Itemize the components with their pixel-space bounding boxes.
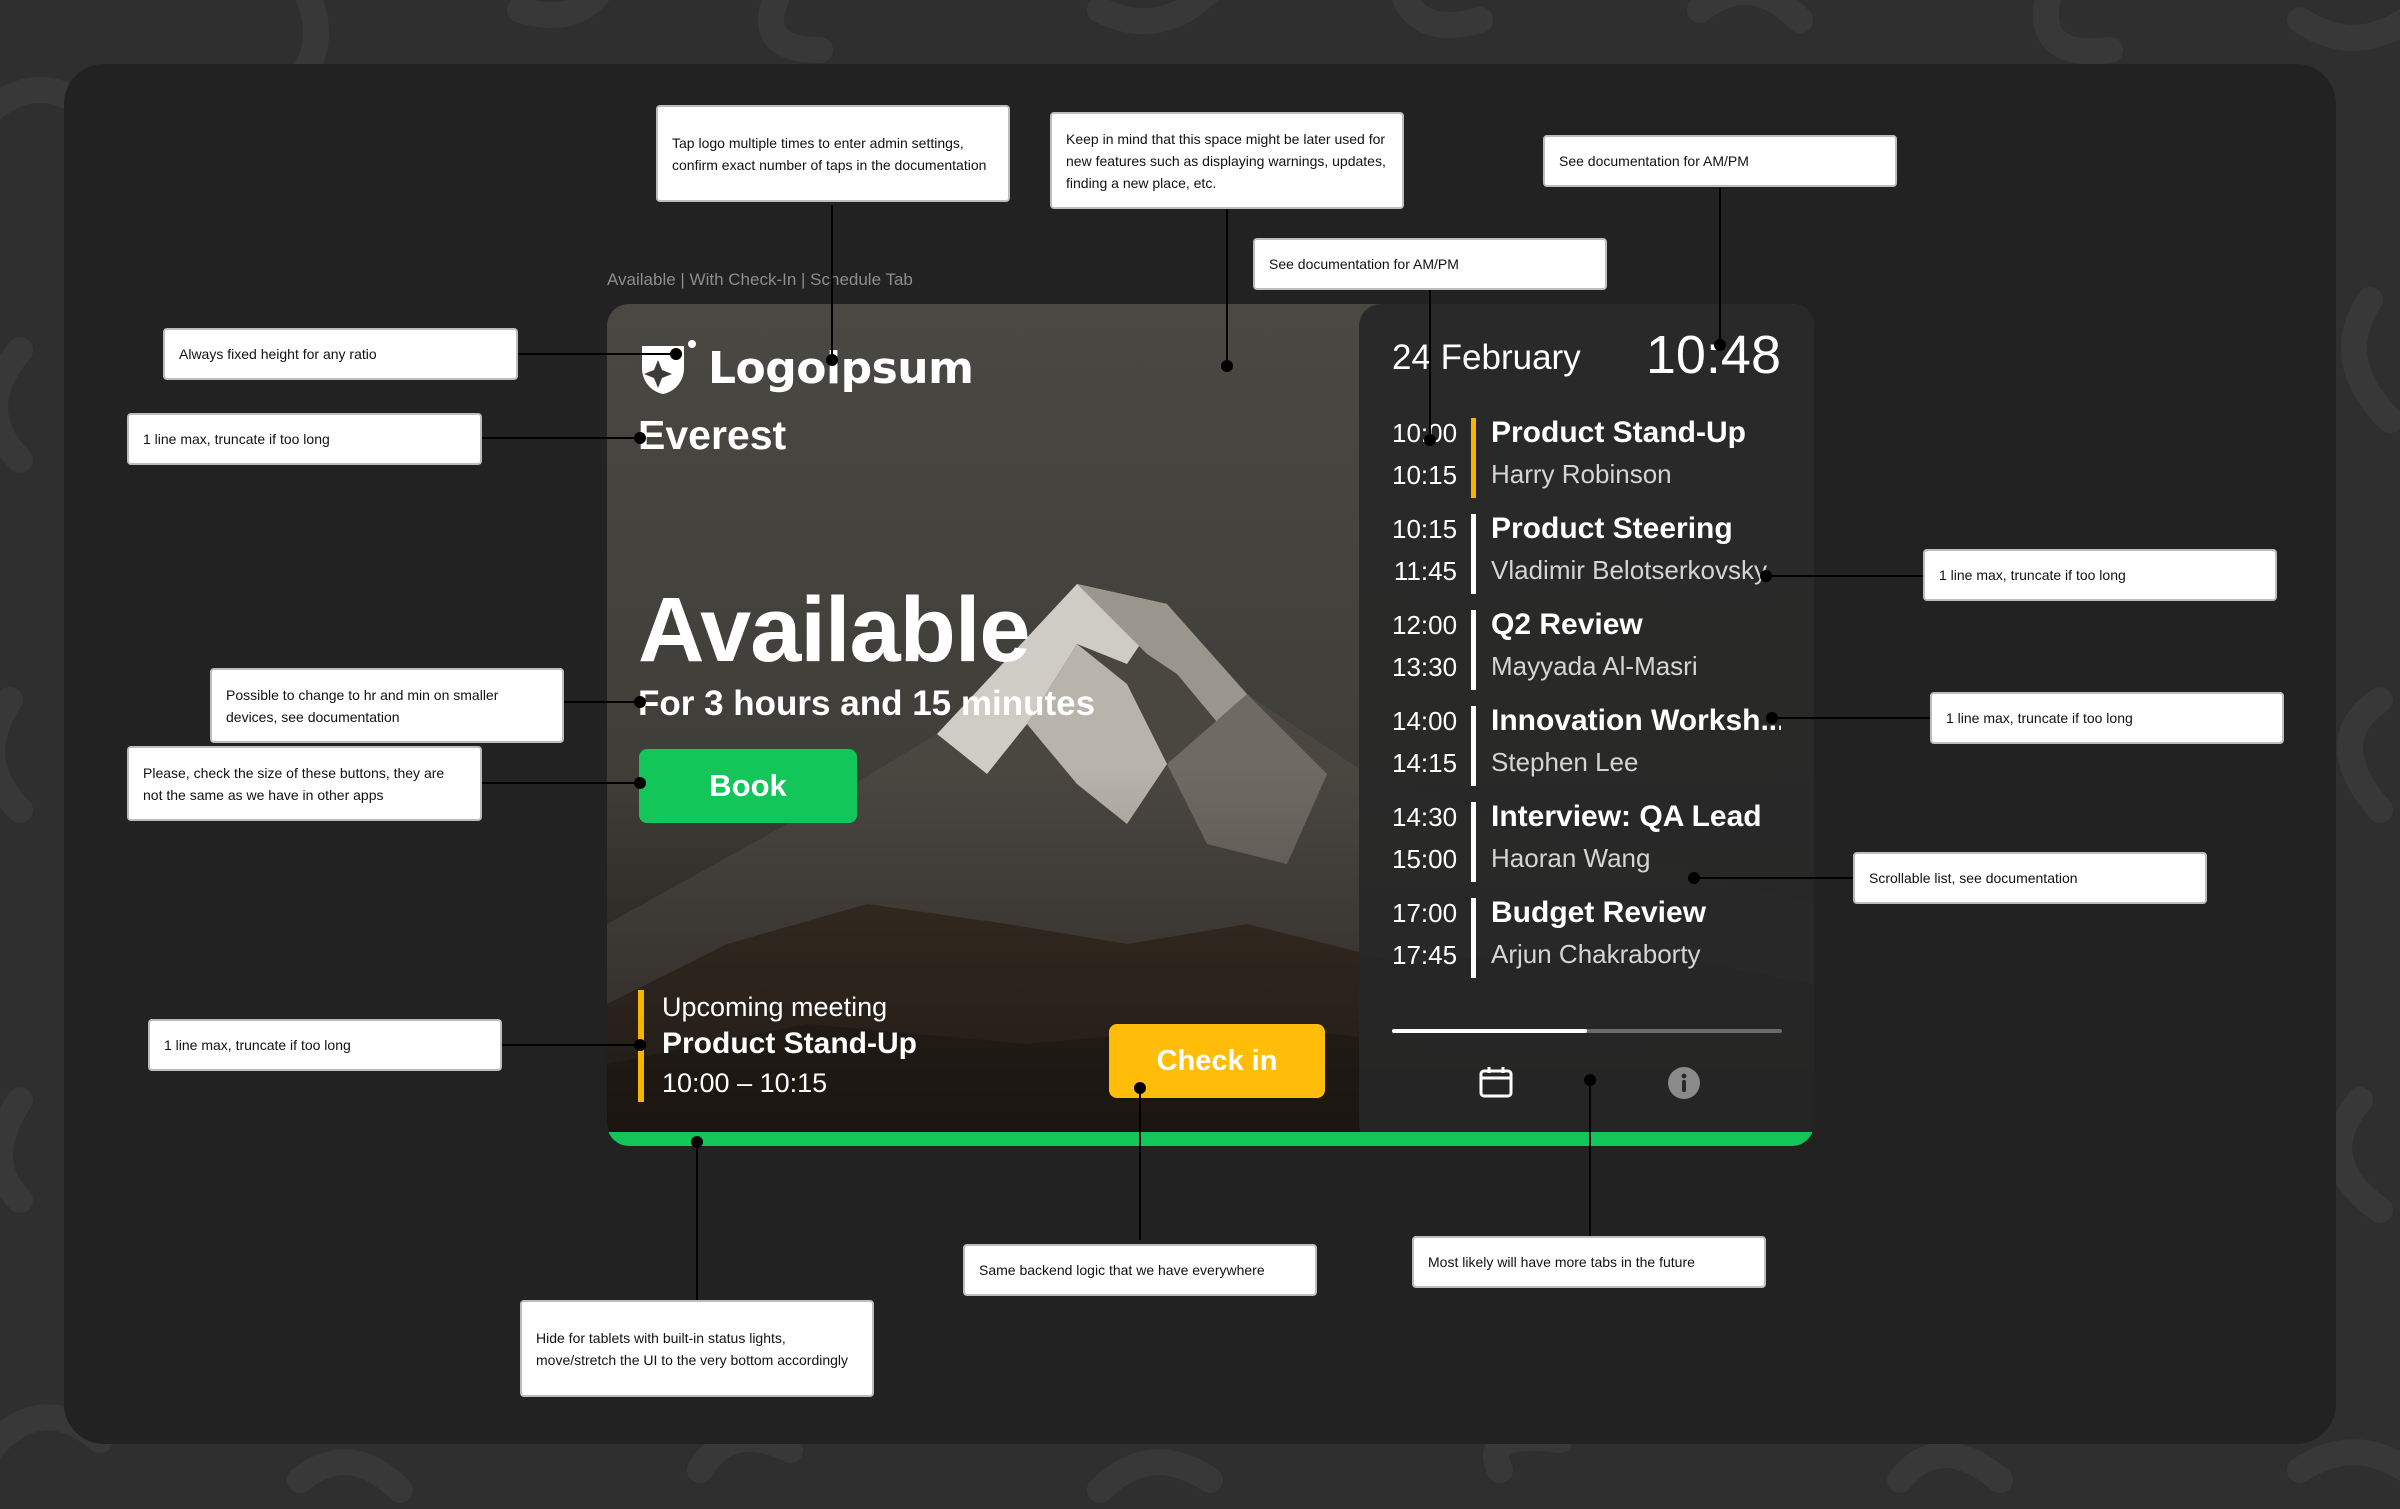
annotation-ampm-clock: See documentation for AM/PM [1543,135,1897,187]
annotation-more-tabs: Most likely will have more tabs in the f… [1412,1236,1766,1288]
annotation-checkin-logic: Same backend logic that we have everywhe… [963,1244,1317,1296]
annotation-logo-taps: Tap logo multiple times to enter admin s… [656,105,1010,202]
annotation-ampm-times: See documentation for AM/PM [1253,238,1607,290]
annotation-fixed-height: Always fixed height for any ratio [163,328,518,380]
annotation-duration-format: Possible to change to hr and min on smal… [210,668,564,743]
annotation-upcoming-truncate: 1 line max, truncate if too long [148,1019,502,1071]
annotation-organizer-truncate: 1 line max, truncate if too long [1923,549,2277,601]
annotation-button-size: Please, check the size of these buttons,… [127,746,482,821]
annotation-scrollable: Scrollable list, see documentation [1853,852,2207,904]
annotation-space-later: Keep in mind that this space might be la… [1050,112,1404,209]
annotation-status-lights: Hide for tablets with built-in status li… [520,1300,874,1397]
annotation-room-truncate: 1 line max, truncate if too long [127,413,482,465]
annotation-title-truncate: 1 line max, truncate if too long [1930,692,2284,744]
